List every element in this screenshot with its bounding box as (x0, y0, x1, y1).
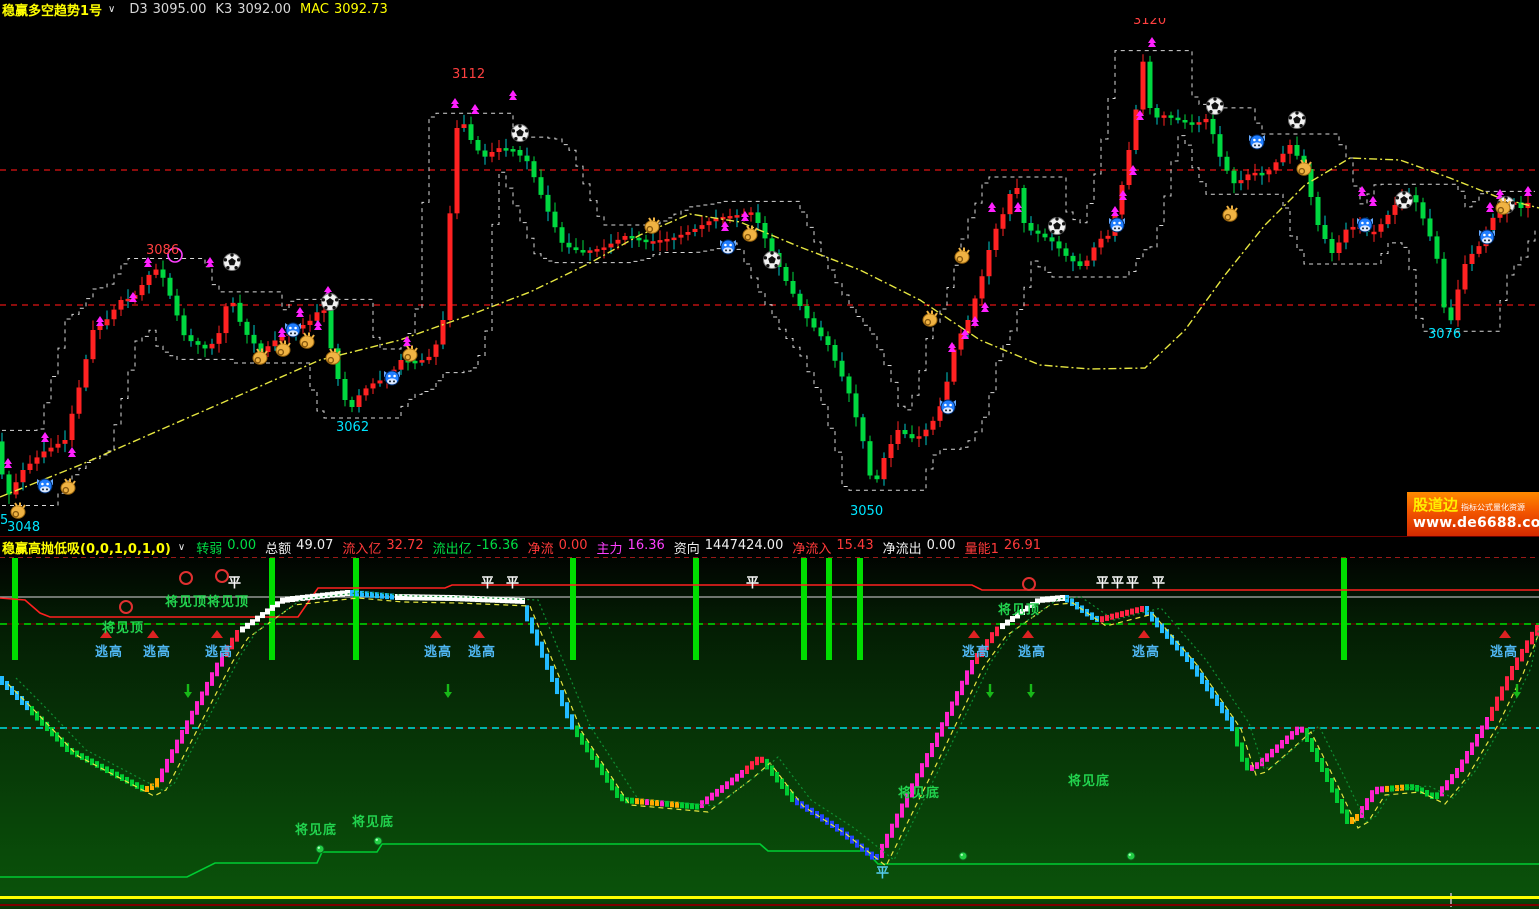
bull-icon (720, 240, 736, 254)
field-转弱: 转弱0.00 (196, 538, 256, 557)
bull-icon (285, 323, 301, 337)
app-window: 稳赢多空趋势1号 ∨ D33095.00K33092.00MAC3092.73 … (0, 0, 1539, 909)
bull-icon (940, 400, 956, 414)
field-MAC: MAC3092.73 (300, 2, 388, 17)
ok-hand-icon (645, 218, 659, 234)
bull-icon (37, 479, 53, 493)
ok-hand-icon (403, 346, 417, 362)
field-流出亿: 流出亿-16.36 (433, 538, 519, 557)
field-净流出: 净流出0.00 (883, 538, 956, 557)
main-chart-header: 稳赢多空趋势1号 ∨ D33095.00 K33092.00 MAC3092.73 (0, 0, 1539, 18)
ok-hand-icon (923, 311, 937, 327)
field-资向: 资向1447424.00 (674, 538, 784, 557)
field-主力: 主力16.36 (597, 538, 665, 557)
soccer-ball-icon (1049, 217, 1066, 234)
oscillator-values: 转弱0.00 总额49.07 流入亿32.72 流出亿-16.36 净流0.00 主力16… (196, 538, 1050, 557)
bull-icon (1249, 135, 1265, 149)
oscillator-title[interactable]: 稳赢高抛低吸(0,0,1,0,1,0) (2, 538, 171, 557)
chevron-down-icon[interactable]: ∨ (108, 4, 115, 15)
ok-hand-icon (1223, 206, 1237, 222)
chevron-down-icon[interactable]: ∨ (178, 542, 185, 553)
field-总额: 总额49.07 (265, 538, 333, 557)
field-净流入: 净流入15.43 (792, 538, 873, 557)
bull-icon (1479, 230, 1495, 244)
bull-icon (1109, 218, 1125, 232)
watermark-url: www.de6688.com (1413, 515, 1535, 531)
soccer-ball-icon (1289, 111, 1306, 128)
soccer-ball-icon (512, 124, 529, 141)
soccer-ball-icon (764, 251, 781, 268)
field-净流: 净流0.00 (528, 538, 588, 557)
ok-hand-icon (955, 248, 969, 264)
soccer-ball-icon (322, 293, 339, 310)
oscillator-header: 稳赢高抛低吸(0,0,1,0,1,0) ∨ 转弱0.00 总额49.07 流入亿32… (0, 536, 1539, 557)
watermark-brand: 股道边 (1413, 494, 1458, 515)
main-indicator-values: D33095.00 K33092.00 MAC3092.73 (129, 2, 396, 17)
bull-icon (384, 371, 400, 385)
field-量能1: 量能126.91 (965, 538, 1042, 557)
ok-hand-icon (276, 341, 290, 357)
watermark-tagline: 指标公式量化资源 (1461, 502, 1525, 513)
watermark: 股道边 指标公式量化资源 www.de6688.com (1407, 492, 1539, 536)
chart-graphics (0, 0, 1539, 909)
ok-hand-icon (743, 226, 757, 242)
soccer-ball-icon (1207, 97, 1224, 114)
bull-icon (1357, 218, 1373, 232)
main-indicator-title[interactable]: 稳赢多空趋势1号 (2, 0, 102, 19)
field-D3: D33095.00 (129, 2, 206, 17)
ok-hand-icon (300, 333, 314, 349)
field-K3: K33092.00 (215, 2, 291, 17)
ok-hand-icon (11, 503, 25, 519)
field-流入亿: 流入亿32.72 (342, 538, 423, 557)
soccer-ball-icon (224, 253, 241, 270)
soccer-ball-icon (1396, 191, 1413, 208)
